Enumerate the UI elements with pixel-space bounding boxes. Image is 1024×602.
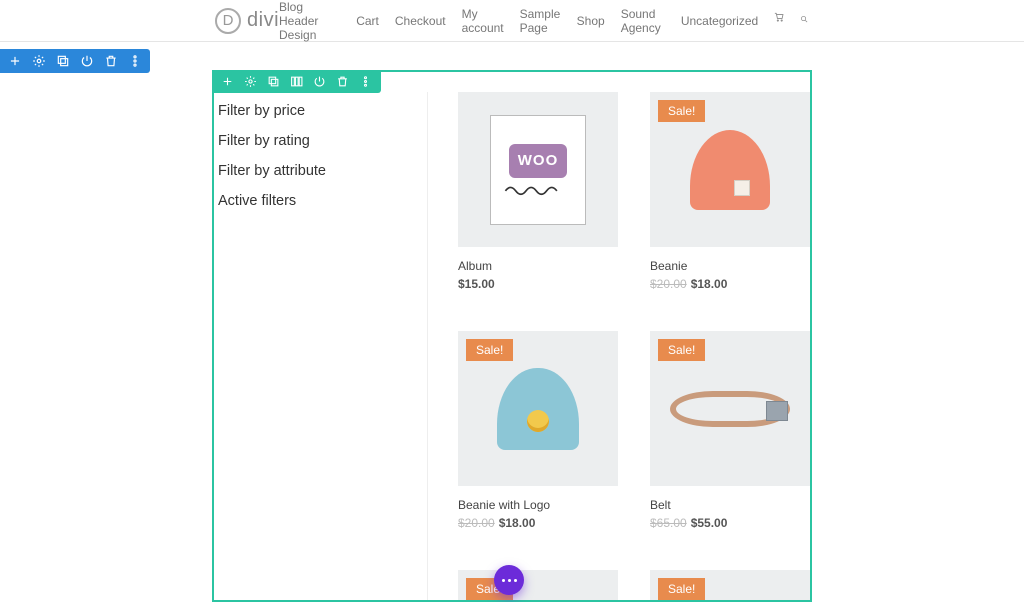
trash-icon[interactable] xyxy=(104,54,118,68)
logo-icon: D xyxy=(215,8,241,34)
product-image: Sale! xyxy=(458,331,618,486)
filter-by-rating[interactable]: Filter by rating xyxy=(218,133,415,149)
album-art-icon: WOO xyxy=(490,115,586,225)
product-card[interactable]: Sale! Beanie $20.00$18.00 xyxy=(650,92,810,291)
plus-icon[interactable] xyxy=(221,75,234,88)
scribble-icon xyxy=(503,184,573,196)
nav-shop[interactable]: Shop xyxy=(577,14,605,28)
section-body: Filter by price Filter by rating Filter … xyxy=(214,72,810,600)
product-image: Sale! xyxy=(650,570,810,600)
nav-checkout[interactable]: Checkout xyxy=(395,14,446,28)
beanie-logo-icon xyxy=(497,368,579,450)
product-image: Sale! xyxy=(458,570,618,600)
product-card[interactable]: Sale! xyxy=(458,570,618,600)
product-name: Album xyxy=(458,259,618,273)
product-name: Beanie xyxy=(650,259,810,273)
product-price: $15.00 xyxy=(458,277,618,291)
nav-cart[interactable]: Cart xyxy=(356,14,379,28)
product-image: WOO xyxy=(458,92,618,247)
product-card[interactable]: Sale! xyxy=(650,570,810,600)
builder-section[interactable]: Filter by price Filter by rating Filter … xyxy=(212,70,812,602)
product-card[interactable]: WOO Album $15.00 xyxy=(458,92,618,291)
primary-nav: Blog Header Design Cart Checkout My acco… xyxy=(279,0,809,42)
gear-icon[interactable] xyxy=(32,54,46,68)
belt-icon xyxy=(670,391,790,427)
power-icon[interactable] xyxy=(80,54,94,68)
product-price: $20.00$18.00 xyxy=(458,516,618,530)
sale-badge: Sale! xyxy=(658,339,705,361)
duplicate-icon[interactable] xyxy=(267,75,280,88)
filter-by-attribute[interactable]: Filter by attribute xyxy=(218,163,415,179)
product-card[interactable]: Sale! Belt $65.00$55.00 xyxy=(650,331,810,530)
header-inner: D divi Blog Header Design Cart Checkout … xyxy=(0,0,1024,42)
nav-sound-agency[interactable]: Sound Agency xyxy=(621,7,665,35)
woocommerce-sidebar: Filter by price Filter by rating Filter … xyxy=(214,92,428,600)
product-card[interactable]: Sale! Beanie with Logo $20.00$18.00 xyxy=(458,331,618,530)
product-image: Sale! xyxy=(650,331,810,486)
builder-fab-button[interactable] xyxy=(494,565,524,595)
duplicate-icon[interactable] xyxy=(56,54,70,68)
cart-icon[interactable] xyxy=(774,12,784,30)
nav-sample-page[interactable]: Sample Page xyxy=(520,7,561,35)
sale-badge: Sale! xyxy=(466,339,513,361)
beanie-icon xyxy=(690,130,770,210)
search-icon[interactable] xyxy=(800,13,809,28)
site-header: D divi Blog Header Design Cart Checkout … xyxy=(0,0,1024,42)
plus-icon[interactable] xyxy=(8,54,22,68)
more-vert-icon[interactable] xyxy=(128,54,142,68)
nav-my-account[interactable]: My account xyxy=(462,7,504,35)
filter-by-price[interactable]: Filter by price xyxy=(218,103,415,119)
product-price: $20.00$18.00 xyxy=(650,277,810,291)
trash-icon[interactable] xyxy=(336,75,349,88)
section-toolbar xyxy=(212,70,381,93)
more-vert-icon[interactable] xyxy=(359,75,372,88)
page-admin-toolbar xyxy=(0,49,150,73)
sale-badge: Sale! xyxy=(658,100,705,122)
nav-blog-header-design[interactable]: Blog Header Design xyxy=(279,0,340,42)
gear-icon[interactable] xyxy=(244,75,257,88)
product-name: Beanie with Logo xyxy=(458,498,618,512)
ellipsis-icon xyxy=(502,579,517,582)
woo-logo-icon: WOO xyxy=(509,144,567,178)
logo-text: divi xyxy=(247,9,279,32)
nav-uncategorized[interactable]: Uncategorized xyxy=(681,14,758,28)
power-icon[interactable] xyxy=(313,75,326,88)
product-price: $65.00$55.00 xyxy=(650,516,810,530)
product-grid: WOO Album $15.00 Sale! Beanie $20.00$18.… xyxy=(428,92,810,600)
sale-badge: Sale! xyxy=(658,578,705,600)
active-filters[interactable]: Active filters xyxy=(218,193,415,209)
columns-icon[interactable] xyxy=(290,75,303,88)
product-image: Sale! xyxy=(650,92,810,247)
product-name: Belt xyxy=(650,498,810,512)
site-logo[interactable]: D divi xyxy=(215,8,279,34)
